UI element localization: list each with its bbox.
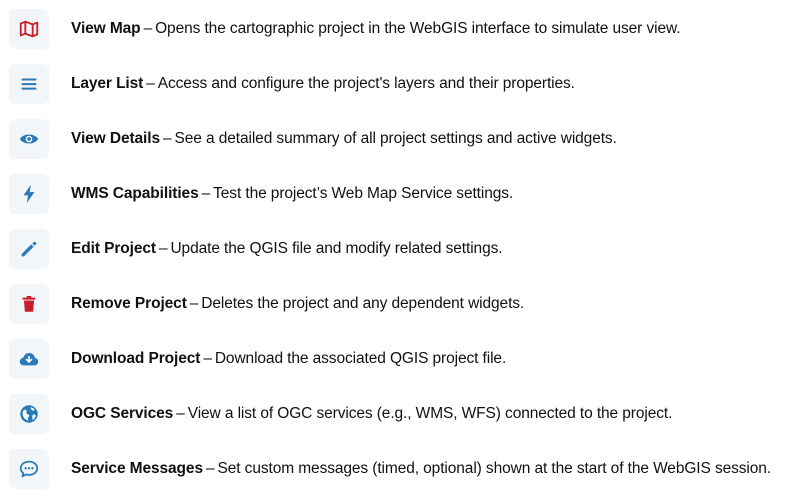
separator: – (189, 295, 199, 312)
list-item-ogc-services: OGC Services – View a list of OGC servic… (0, 393, 809, 435)
list-item-remove-project: Remove Project – Deletes the project and… (0, 283, 809, 325)
separator: – (201, 185, 211, 202)
list-item-download-project: Download Project – Download the associat… (0, 338, 809, 380)
list-item-view-map: View Map – Opens the cartographic projec… (0, 8, 809, 50)
cloud-download-icon[interactable] (9, 339, 49, 379)
list-item-wms-capabilities: WMS Capabilities – Test the project’s We… (0, 173, 809, 215)
list-item-text: Service Messages – Set custom messages (… (71, 448, 771, 490)
item-description: Test the project’s Web Map Service setti… (213, 185, 514, 202)
separator: – (203, 350, 212, 367)
eye-icon[interactable] (9, 119, 49, 159)
globe-icon[interactable] (9, 394, 49, 434)
item-description: Deletes the project and any dependent wi… (201, 295, 525, 312)
item-title: Remove Project (71, 295, 187, 312)
item-title: View Details (71, 130, 160, 147)
item-title: Edit Project (71, 240, 156, 257)
list-icon[interactable] (9, 64, 49, 104)
separator: – (162, 130, 172, 147)
item-description: Opens the cartographic project in the We… (155, 20, 681, 37)
separator: – (146, 75, 155, 92)
item-description: Set custom messages (timed, optional) sh… (217, 460, 772, 477)
list-item-text: View Map – Opens the cartographic projec… (71, 8, 681, 50)
item-description: Download the associated QGIS project fil… (214, 350, 507, 367)
item-title: Service Messages (71, 460, 203, 477)
feature-list: View Map – Opens the cartographic projec… (0, 0, 809, 497)
separator: – (205, 460, 215, 477)
item-title: WMS Capabilities (71, 185, 199, 202)
list-item-layer-list: Layer List – Access and configure the pr… (0, 63, 809, 105)
list-item-view-details: View Details – See a detailed summary of… (0, 118, 809, 160)
item-description: Update the QGIS file and modify related … (170, 240, 503, 257)
list-item-service-messages: Service Messages – Set custom messages (… (0, 448, 809, 490)
item-title: View Map (71, 20, 141, 37)
item-title: Layer List (71, 75, 144, 92)
list-item-text: Edit Project – Update the QGIS file and … (71, 228, 503, 270)
separator: – (158, 240, 168, 257)
item-description: See a detailed summary of all project se… (174, 130, 617, 147)
list-item-text: Download Project – Download the associat… (71, 338, 506, 380)
separator: – (176, 405, 185, 422)
item-description: View a list of OGC services (e.g., WMS, … (187, 405, 673, 422)
list-item-text: View Details – See a detailed summary of… (71, 118, 617, 160)
map-icon[interactable] (9, 9, 49, 49)
list-item-text: Remove Project – Deletes the project and… (71, 283, 524, 325)
list-item-text: Layer List – Access and configure the pr… (71, 63, 575, 105)
item-title: Download Project (71, 350, 201, 367)
list-item-text: OGC Services – View a list of OGC servic… (71, 393, 672, 435)
item-title: OGC Services (71, 405, 174, 422)
list-item-edit-project: Edit Project – Update the QGIS file and … (0, 228, 809, 270)
chat-bubble-icon[interactable] (9, 449, 49, 489)
pencil-icon[interactable] (9, 229, 49, 269)
item-description: Access and configure the project's layer… (157, 75, 575, 92)
separator: – (143, 20, 153, 37)
list-item-text: WMS Capabilities – Test the project’s We… (71, 173, 513, 215)
lightning-icon[interactable] (9, 174, 49, 214)
trash-icon[interactable] (9, 284, 49, 324)
